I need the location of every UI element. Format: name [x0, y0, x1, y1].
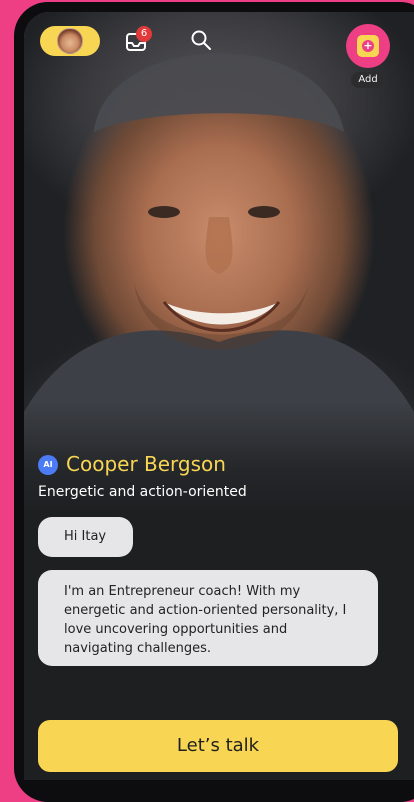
character-name: Cooper Bergson: [66, 452, 226, 476]
lets-talk-button[interactable]: Let’s talk: [38, 720, 398, 772]
search-icon[interactable]: [189, 28, 213, 52]
user-avatar-icon: [57, 28, 83, 54]
notification-badge: 6: [136, 26, 152, 42]
chat-message: Hi Itay: [38, 517, 133, 557]
character-tagline: Energetic and action-oriented: [38, 484, 247, 500]
add-label: Add: [351, 72, 385, 88]
chat-message: I'm an Entrepreneur coach! With my energ…: [38, 570, 378, 666]
add-button[interactable]: +: [346, 24, 390, 68]
add-icon: +: [357, 35, 379, 57]
ai-badge: AI: [38, 455, 58, 475]
profile-switcher-button[interactable]: [40, 26, 100, 56]
app-screen: 6 + Add AI Cooper Bergson Energetic and …: [24, 12, 414, 780]
